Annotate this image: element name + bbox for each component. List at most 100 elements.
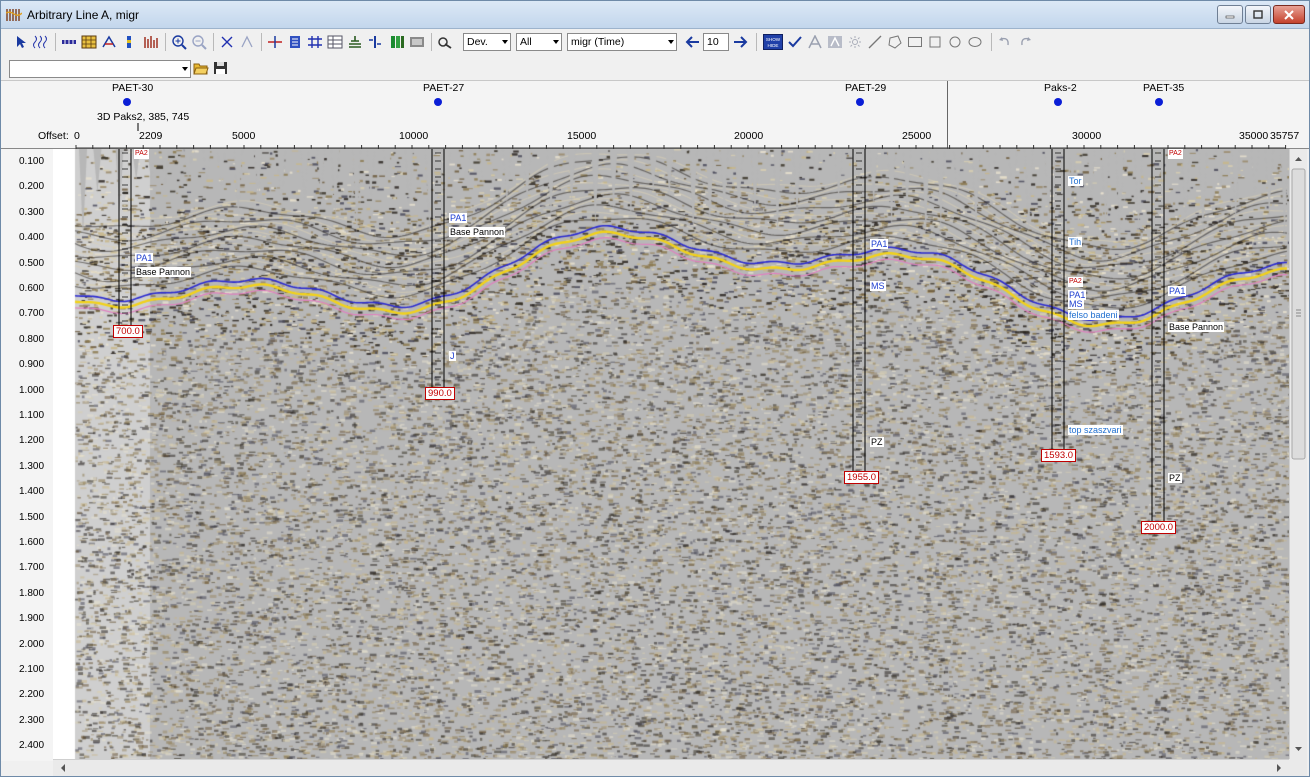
pick-disabled-button[interactable] — [239, 34, 255, 50]
offset-tick-35000: 35000 — [1239, 130, 1269, 142]
stack-button[interactable] — [347, 34, 363, 50]
volume-select[interactable]: migr (Time) — [567, 33, 677, 51]
well-display-button[interactable] — [101, 34, 117, 50]
colorbar-button[interactable] — [389, 34, 405, 50]
arrow-pointer-icon — [17, 36, 26, 48]
zoom-in-button[interactable] — [171, 34, 187, 50]
well-marker-paet29[interactable] — [856, 98, 864, 106]
marker-paks2-felso-badeni[interactable]: felso badeni — [1068, 310, 1119, 320]
display-mode-select[interactable]: Dev. — [463, 33, 511, 51]
undo-button[interactable] — [997, 34, 1013, 50]
file-path-select[interactable] — [9, 60, 191, 78]
marker-paet27-j[interactable]: J — [449, 351, 456, 361]
rectangle-icon — [908, 37, 922, 47]
marker-paet30-pa1[interactable]: PA1 — [135, 253, 154, 263]
well-track-paet27 — [431, 149, 445, 387]
marker-paks2-tih[interactable]: Tih — [1068, 237, 1083, 247]
marker-paet29-ms[interactable]: MS — [870, 281, 886, 291]
vertical-scrollbar-graphic — [1291, 157, 1306, 751]
zoom-in-icon — [172, 35, 187, 50]
marker-paet27-pa1[interactable]: PA1 — [449, 213, 468, 223]
table-button[interactable] — [327, 34, 343, 50]
grid-display-button[interactable] — [81, 34, 97, 50]
marker-paet27-base-pannon[interactable]: Base Pannon — [449, 227, 506, 237]
marker-paet29-pa1[interactable]: PA1 — [870, 239, 889, 249]
marker-paet35-pa2[interactable]: PA2 — [1168, 149, 1183, 159]
well-marker-paet35[interactable] — [1155, 98, 1163, 106]
circle-tool-button[interactable] — [947, 34, 963, 50]
checkmark-icon — [788, 36, 802, 48]
filter-select[interactable]: All — [516, 33, 562, 51]
time-label: 2.200 — [19, 689, 45, 701]
td-paet29[interactable]: 1955.0 — [844, 471, 880, 484]
split-button[interactable] — [367, 34, 383, 50]
maximize-button[interactable] — [1245, 5, 1271, 24]
filter-value: All — [520, 36, 532, 48]
title-bar[interactable]: Arbitrary Line A, migr — [1, 1, 1309, 29]
fault-button[interactable] — [287, 34, 303, 50]
well-name-paet27: PAET-27 — [423, 82, 465, 94]
marker-paet30-base-pannon[interactable]: Base Pannon — [135, 267, 192, 277]
marker-paks2-ms[interactable]: MS — [1068, 299, 1084, 309]
offset-tick-5000: 5000 — [232, 130, 256, 142]
polygon-tool-button[interactable] — [887, 34, 903, 50]
table-icon — [327, 35, 343, 49]
step-input[interactable]: 10 — [703, 33, 729, 51]
step-forward-button[interactable] — [732, 34, 748, 50]
marker-paet29-pz[interactable]: PZ — [870, 437, 884, 447]
palette-button[interactable] — [409, 34, 425, 50]
link-button[interactable] — [437, 34, 453, 50]
horizontal-scrollbar[interactable] — [53, 759, 1289, 776]
minimize-button[interactable] — [1217, 5, 1243, 24]
well-marker-paks2[interactable] — [1054, 98, 1062, 106]
well-marker-paet27[interactable] — [434, 98, 442, 106]
line-icon — [868, 35, 882, 49]
log-display-button[interactable] — [121, 34, 137, 50]
square-tool-button[interactable] — [927, 34, 943, 50]
open-button[interactable] — [193, 60, 209, 76]
mistie-button[interactable] — [307, 34, 323, 50]
rectangle-tool-button[interactable] — [907, 34, 923, 50]
marker-paet35-pa1[interactable]: PA1 — [1168, 286, 1187, 296]
seismic-section-view[interactable]: PA2 PA1 Base Pannon 700.0 PA1 Base Panno… — [53, 149, 1289, 759]
symbol-tool-button[interactable] — [847, 34, 863, 50]
zoom-out-button[interactable] — [191, 34, 207, 50]
marker-paet35-base-pannon[interactable]: Base Pannon — [1168, 322, 1225, 332]
show-hide-button[interactable]: SHOW HIDE — [763, 34, 783, 50]
pointer-tool-button[interactable] — [13, 34, 29, 50]
offset-label: Offset: — [38, 130, 69, 142]
label-tool-button[interactable] — [827, 34, 843, 50]
save-button[interactable] — [213, 60, 229, 76]
floppy-disk-icon — [214, 62, 227, 74]
close-button[interactable] — [1273, 5, 1305, 24]
maximize-icon — [1253, 9, 1263, 19]
seismic-display-button[interactable] — [143, 34, 159, 50]
horizontal-scale-button[interactable] — [61, 34, 77, 50]
marker-paet35-pz[interactable]: PZ — [1168, 473, 1182, 483]
horizon-pick-button[interactable] — [267, 34, 283, 50]
marker-paks2-top-szaszvari[interactable]: top szaszvari — [1068, 425, 1123, 435]
flip-button[interactable] — [219, 34, 235, 50]
td-paks2[interactable]: 1593.0 — [1041, 449, 1077, 462]
td-paet35[interactable]: 2000.0 — [1141, 521, 1177, 534]
apply-button[interactable] — [787, 34, 803, 50]
marker-paks2-pa2[interactable]: PA2 — [1068, 277, 1083, 287]
line-tool-button[interactable] — [867, 34, 883, 50]
marker-paks2-tor[interactable]: Tor — [1068, 176, 1083, 186]
td-paet30[interactable]: 700.0 — [113, 325, 143, 338]
ellipse-icon — [968, 37, 982, 47]
time-label: 1.000 — [19, 384, 45, 396]
offset-tick-2209: 2209 — [139, 130, 163, 142]
td-paet27[interactable]: 990.0 — [425, 387, 455, 400]
text-tool-button[interactable] — [807, 34, 823, 50]
step-back-button[interactable] — [685, 34, 701, 50]
well-track-paet35 — [1151, 149, 1165, 521]
redo-button[interactable] — [1017, 34, 1033, 50]
time-label: 2.000 — [19, 638, 45, 650]
well-marker-paet30[interactable] — [123, 98, 131, 106]
ellipse-tool-button[interactable] — [967, 34, 983, 50]
trace-tool-button[interactable] — [33, 34, 49, 50]
marker-paet30-pa2[interactable]: PA2 — [134, 149, 149, 159]
show-hide-icon: SHOWHIDE — [763, 34, 783, 50]
vertical-scrollbar[interactable] — [1289, 149, 1307, 761]
